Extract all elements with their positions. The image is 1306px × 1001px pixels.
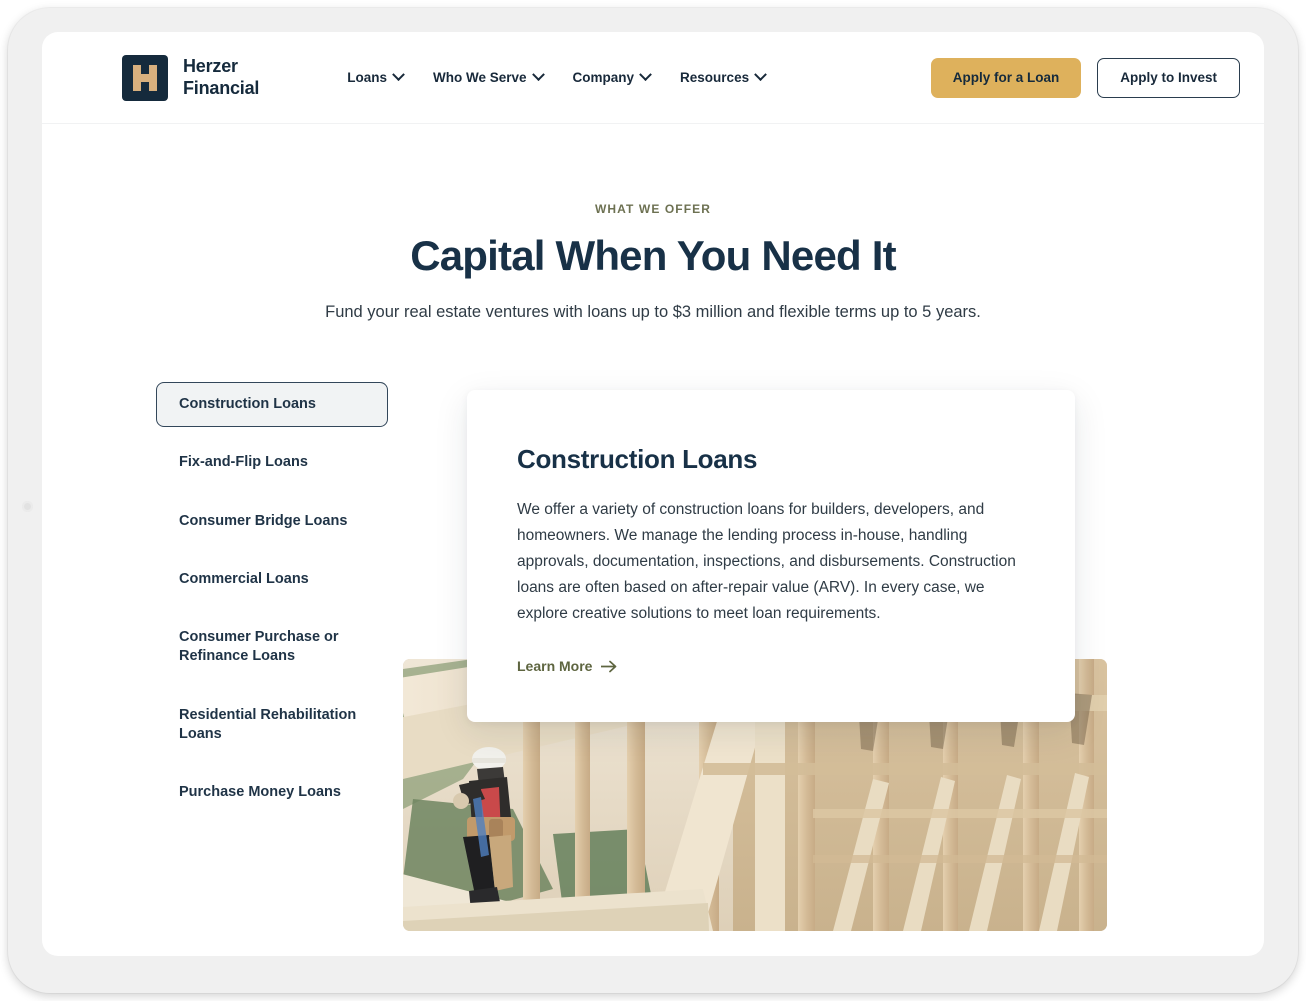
brand-name: Herzer Financial bbox=[183, 56, 259, 98]
tab-consumer-purchase-or-refinance-loans[interactable]: Consumer Purchase or Refinance Loans bbox=[156, 615, 388, 680]
chevron-down-icon bbox=[639, 68, 652, 82]
browser-viewport: Herzer Financial Loans Who We Serve Comp… bbox=[42, 32, 1264, 956]
nav-item-who-we-serve[interactable]: Who We Serve bbox=[433, 68, 545, 85]
panel-title: Construction Loans bbox=[517, 444, 758, 474]
brand-logo[interactable]: Herzer Financial bbox=[122, 54, 259, 101]
header-actions: Apply for a Loan Apply to Invest bbox=[930, 57, 1240, 98]
nav-item-resources[interactable]: Resources bbox=[680, 68, 767, 85]
chevron-down-icon bbox=[531, 68, 545, 82]
nav-item-label: Company bbox=[572, 70, 635, 85]
learn-more-link[interactable]: Learn More bbox=[517, 658, 618, 674]
tab-purchase-money-loans[interactable]: Purchase Money Loans bbox=[156, 770, 388, 815]
hero-section: WHAT WE OFFER Capital When You Need It F… bbox=[42, 124, 1264, 322]
apply-to-invest-button[interactable]: Apply to Invest bbox=[1097, 57, 1240, 98]
nav-item-label: Who We Serve bbox=[433, 70, 527, 85]
apply-for-loan-button[interactable]: Apply for a Loan bbox=[930, 57, 1082, 98]
offerings-section: Construction Loans Fix-and-Flip Loans Co… bbox=[42, 382, 1264, 942]
chevron-down-icon bbox=[754, 68, 767, 82]
arrow-right-icon bbox=[601, 660, 617, 673]
tab-residential-rehabilitation-loans[interactable]: Residential Rehabilitation Loans bbox=[156, 693, 388, 758]
panel-description: We offer a variety of construction loans… bbox=[517, 501, 1016, 623]
learn-more-label: Learn More bbox=[517, 658, 593, 675]
section-eyebrow: WHAT WE OFFER bbox=[594, 202, 712, 216]
hero-subtitle: Fund your real estate ventures with loan… bbox=[325, 303, 981, 321]
main-navigation: Loans Who We Serve Company Resources bbox=[347, 68, 767, 85]
brand-name-line2: Financial bbox=[183, 77, 260, 98]
tab-consumer-bridge-loans[interactable]: Consumer Bridge Loans bbox=[156, 499, 388, 544]
nav-item-label: Loans bbox=[347, 70, 387, 85]
nav-item-loans[interactable]: Loans bbox=[347, 68, 405, 85]
site-header: Herzer Financial Loans Who We Serve Comp… bbox=[42, 32, 1264, 124]
herzer-h-logo-icon bbox=[122, 54, 168, 101]
page-title: Capital When You Need It bbox=[410, 232, 896, 279]
tablet-device-frame: Herzer Financial Loans Who We Serve Comp… bbox=[8, 8, 1298, 993]
brand-name-line1: Herzer bbox=[183, 56, 238, 77]
nav-item-company[interactable]: Company bbox=[572, 68, 652, 85]
tab-commercial-loans[interactable]: Commercial Loans bbox=[156, 557, 388, 602]
front-camera-icon bbox=[22, 501, 33, 512]
tab-fix-and-flip-loans[interactable]: Fix-and-Flip Loans bbox=[156, 440, 388, 485]
chevron-down-icon bbox=[392, 68, 405, 82]
tab-construction-loans[interactable]: Construction Loans bbox=[156, 382, 388, 428]
loan-type-tab-list: Construction Loans Fix-and-Flip Loans Co… bbox=[156, 382, 388, 829]
loan-detail-panel: Construction Loans We offer a variety of… bbox=[467, 390, 1075, 723]
nav-item-label: Resources bbox=[680, 70, 750, 85]
